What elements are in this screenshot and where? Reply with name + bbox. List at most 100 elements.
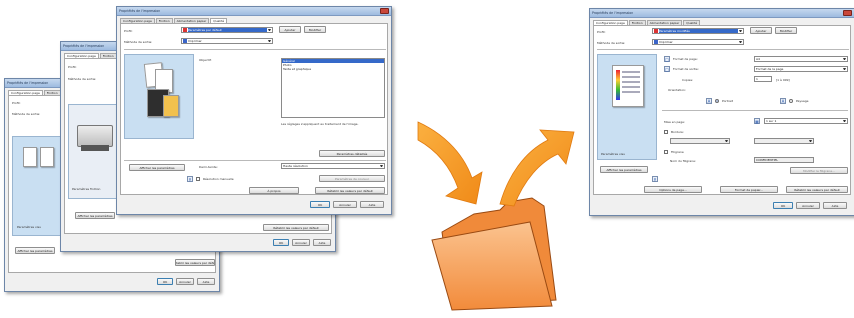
output-size-select[interactable]: Format de la page [754, 66, 848, 72]
output-method-label: Méthode de sortie: [124, 40, 153, 44]
manual-resolution-label: Résolution manuelle [203, 177, 234, 181]
profile-select[interactable]: Paramètres par défaut [181, 27, 273, 33]
show-settings-button[interactable]: Afficher les paramètres [75, 212, 115, 219]
watermark-name-label: Nom du filigrane: [670, 159, 697, 163]
cancel-button[interactable]: Annuler [176, 278, 194, 285]
add-button[interactable]: Ajouter [279, 26, 301, 33]
objective-item[interactable]: Texte et graphique [282, 67, 384, 71]
page-size-row: □ Format de page: [664, 56, 698, 62]
orientation-landscape[interactable]: A Paysage [780, 98, 808, 104]
page-size-label: Format de page: [673, 57, 698, 61]
preview-caption: Paramètres finition [72, 187, 101, 191]
magnifier-icon[interactable]: ⚲ [187, 176, 193, 182]
page-size-select[interactable]: A4 [754, 56, 848, 62]
chevron-down-icon [268, 28, 271, 32]
output-method-select[interactable]: Imprimer [181, 38, 273, 44]
window-title: Propriétés de l'impression [119, 9, 161, 13]
about-button[interactable]: À propos [249, 187, 299, 194]
preview-line [622, 91, 640, 93]
close-icon[interactable] [380, 8, 389, 14]
profile-label: Profil: [12, 101, 21, 105]
restore-defaults-button[interactable]: Rétablir les valeurs par défaut [786, 186, 848, 193]
cancel-button[interactable]: Annuler [333, 201, 357, 208]
help-button[interactable]: Aide [360, 201, 384, 208]
page-preview [124, 54, 194, 139]
output-size-row: □ Format de sortie: [664, 66, 699, 72]
chevron-down-icon [843, 57, 846, 61]
chevron-down-icon [809, 139, 812, 143]
ok-button[interactable]: OK [773, 202, 793, 209]
print-icon [654, 40, 658, 44]
magnifier-icon[interactable]: ⚲ [652, 176, 658, 182]
objective-list[interactable]: Général Photo Texte et graphique [281, 58, 385, 118]
portrait-icon: A [706, 98, 712, 104]
profile-label: Profil: [597, 30, 606, 34]
show-settings-button[interactable]: Afficher les paramètres [15, 247, 55, 254]
portrait-radio[interactable] [715, 99, 719, 103]
close-icon[interactable] [843, 10, 852, 16]
orientation-portrait[interactable]: A Portrait [706, 98, 733, 104]
halftone-select[interactable]: Haute résolution [281, 163, 385, 169]
show-settings-button[interactable]: Afficher les paramètres [600, 166, 648, 173]
color-settings-button[interactable]: Paramètres de couleur [319, 175, 385, 182]
ok-button[interactable]: OK [310, 201, 330, 208]
restore-defaults-button[interactable]: Rétablir les valeurs par défaut [263, 224, 329, 231]
chevron-down-icon [739, 40, 742, 44]
manual-resolution-checkbox[interactable] [196, 177, 200, 181]
cancel-button[interactable]: Annuler [292, 239, 310, 246]
window-title: Propriétés de l'impression [592, 11, 634, 15]
restore-defaults-button[interactable]: Rétablir les valeurs par défaut [315, 187, 385, 194]
tab-panel: Profil: Paramètres modifiés Ajouter Modi… [593, 25, 851, 195]
divider [662, 110, 848, 111]
page-preview-icon [612, 65, 644, 107]
output-size-icon: □ [664, 66, 670, 72]
details-button[interactable]: Paramètres détaillés [319, 150, 385, 157]
front-properties-window: Propriétés de l'impression Configuration… [116, 6, 392, 215]
paper-size-options-button[interactable]: Format de papier... [720, 186, 778, 193]
ok-button[interactable]: OK [157, 278, 173, 285]
page-preview: Paramètres visu [597, 54, 657, 160]
printer-preview: Paramètres finition [68, 104, 120, 199]
preview-color-bar [616, 70, 620, 100]
profile-select[interactable]: Paramètres modifiés [652, 28, 744, 34]
restore-defaults-button[interactable]: Rétablir les valeurs par défaut [175, 259, 215, 266]
landscape-radio[interactable] [789, 99, 793, 103]
border-select[interactable] [670, 138, 730, 144]
watermark-edit-button[interactable]: Modifier le filigrane... [790, 167, 848, 174]
watermark-checkbox[interactable] [664, 150, 668, 154]
objective-description: Les réglages s'appliquent au traitement … [281, 122, 359, 126]
help-button[interactable]: Aide [197, 278, 215, 285]
help-button[interactable]: Aide [823, 202, 847, 209]
page-preview-icon [163, 95, 179, 117]
help-button[interactable]: Aide [313, 239, 331, 246]
edit-button[interactable]: Modifier [775, 27, 797, 34]
border-checkbox[interactable] [664, 130, 668, 134]
right-properties-window: Propriétés de l'impression Configuration… [589, 8, 854, 216]
ok-button[interactable]: OK [273, 239, 289, 246]
page-options-button[interactable]: Options de page... [644, 186, 702, 193]
objective-label: Objectif: [199, 58, 212, 62]
edit-button[interactable]: Modifier [304, 26, 326, 33]
copies-stepper[interactable]: 1 [754, 76, 772, 82]
add-button[interactable]: Ajouter [750, 27, 772, 34]
layout-icon: ▦ [754, 118, 760, 124]
chevron-down-icon [843, 119, 846, 123]
preview-line [622, 76, 640, 78]
chevron-down-icon [843, 67, 846, 71]
output-method-label: Méthode de sortie: [68, 77, 97, 81]
tab-panel: Profil: Paramètres par défaut Ajouter Mo… [120, 23, 388, 195]
watermark-name-select[interactable]: CONFIDENTIEL [754, 157, 814, 163]
chevron-down-icon [739, 29, 742, 33]
border-select-2[interactable] [754, 138, 814, 144]
printer-icon [77, 125, 113, 147]
output-method-select[interactable]: Imprimer [652, 39, 744, 45]
border-label: Bordure: [671, 130, 684, 134]
preview-line [622, 71, 640, 73]
page-layout-select[interactable]: 1 sur 1 [764, 118, 848, 124]
folder-icon [441, 197, 557, 307]
show-settings-button[interactable]: Afficher les paramètres [129, 164, 185, 171]
chevron-down-icon [380, 164, 383, 168]
divider [124, 160, 386, 161]
preview-line [622, 86, 640, 88]
cancel-button[interactable]: Annuler [796, 202, 820, 209]
